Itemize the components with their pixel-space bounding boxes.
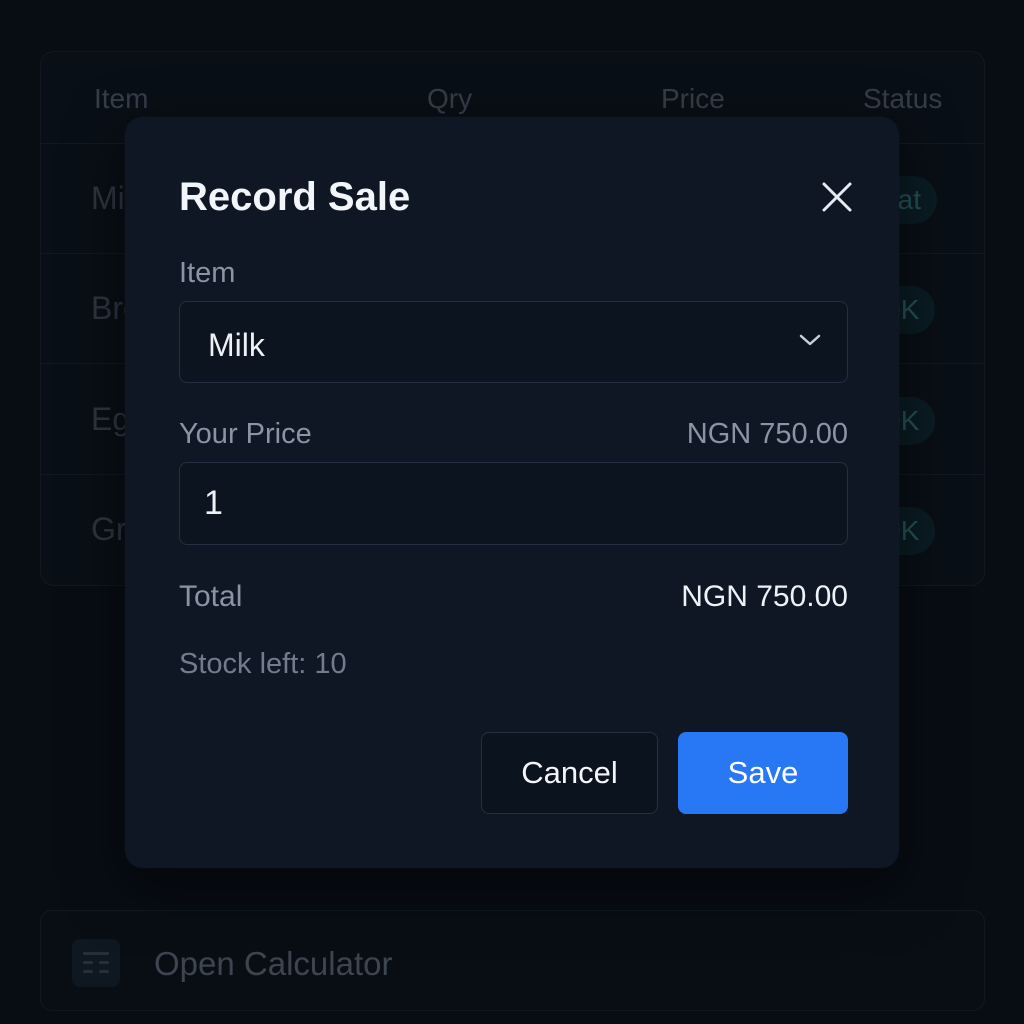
close-button[interactable] [815, 175, 859, 219]
quantity-input[interactable] [179, 462, 848, 545]
stock-left-text: Stock left: 10 [179, 648, 347, 680]
item-select-value: Milk [208, 327, 265, 363]
item-select[interactable]: Milk [179, 301, 848, 383]
total-label: Total [179, 580, 243, 613]
total-value: NGN 750.00 [681, 580, 848, 613]
close-icon [822, 182, 852, 212]
cancel-button[interactable]: Cancel [481, 732, 658, 814]
save-button[interactable]: Save [678, 732, 848, 814]
item-label: Item [179, 257, 236, 289]
your-price-label: Your Price [179, 418, 312, 450]
record-sale-dialog: Record Sale Item Milk Your Price NGN 750… [125, 117, 899, 868]
unit-price-value: NGN 750.00 [686, 418, 848, 450]
chevron-down-icon [799, 334, 821, 346]
dialog-title: Record Sale [179, 175, 411, 219]
